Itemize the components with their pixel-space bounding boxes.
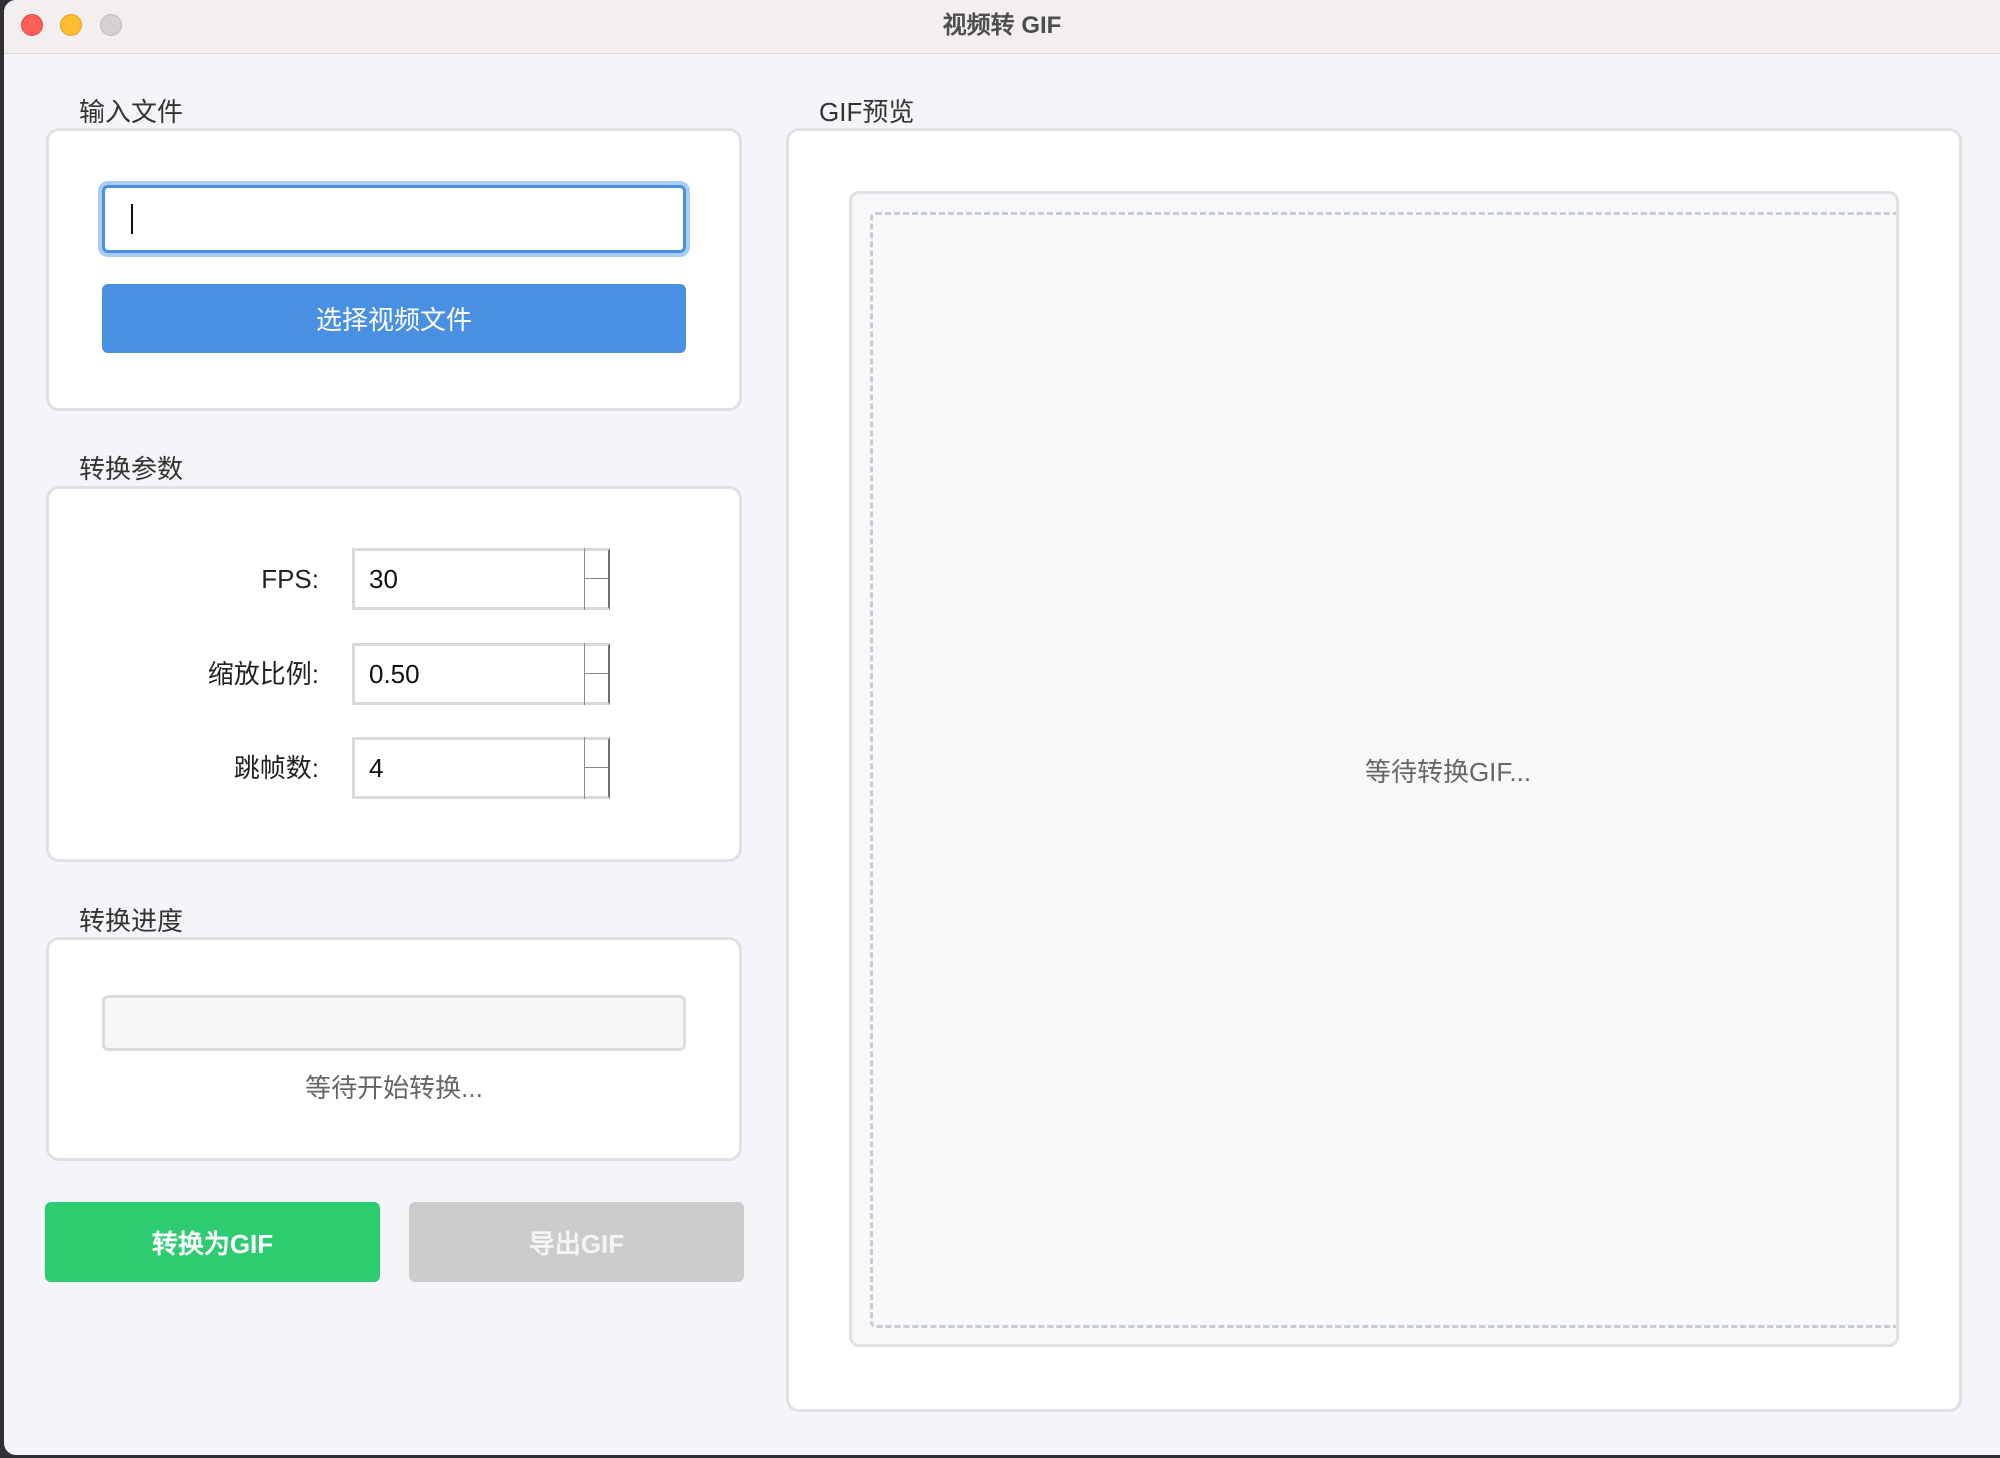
- skip-frames-value[interactable]: 4: [369, 740, 383, 796]
- conversion-progress-group: 等待开始转换...: [46, 937, 742, 1161]
- export-gif-button[interactable]: 导出GIF: [409, 1202, 744, 1282]
- fps-stepper: [584, 548, 608, 610]
- progress-status-text: 等待开始转换...: [305, 1073, 483, 1103]
- skip-frames-stepper: [584, 737, 608, 799]
- convert-to-gif-button[interactable]: 转换为GIF: [45, 1202, 380, 1282]
- text-caret: [131, 204, 133, 234]
- preview-group-title: GIF预览: [819, 97, 915, 127]
- skip-frames-step-up-button[interactable]: [585, 737, 608, 768]
- scale-value[interactable]: 0.50: [369, 646, 420, 702]
- scale-stepper: [584, 643, 608, 705]
- input-file-group: 选择视频文件: [46, 128, 742, 411]
- fps-value[interactable]: 30: [369, 551, 398, 607]
- select-video-button[interactable]: 选择视频文件: [102, 284, 686, 353]
- scale-label: 缩放比例:: [207, 659, 319, 689]
- fps-spinbox[interactable]: 30: [352, 548, 610, 610]
- input-group-title: 输入文件: [79, 97, 184, 127]
- params-group-title: 转换参数: [79, 454, 184, 484]
- conversion-params-group: FPS: 30 缩放比例: 0.50 跳帧数: 4: [46, 486, 742, 862]
- fps-step-up-button[interactable]: [585, 548, 608, 579]
- gif-preview-group: 等待转换GIF...: [786, 128, 1962, 1412]
- preview-placeholder-text: 等待转换GIF...: [1364, 756, 1532, 787]
- app-window: 视频转 GIF 输入文件 选择视频文件 转换参数 FPS: 30 缩放比例: 0…: [4, 0, 2000, 1455]
- scale-spinbox[interactable]: 0.50: [352, 643, 610, 705]
- gif-preview-area: 等待转换GIF...: [870, 212, 1896, 1328]
- skip-frames-spinbox[interactable]: 4: [352, 737, 610, 799]
- progress-bar: [102, 995, 686, 1051]
- scale-step-down-button[interactable]: [585, 674, 608, 705]
- fps-step-down-button[interactable]: [585, 579, 608, 610]
- skip-frames-step-down-button[interactable]: [585, 768, 608, 799]
- preview-scroll-area: 等待转换GIF...: [849, 191, 1899, 1347]
- skip-frames-label: 跳帧数:: [233, 753, 319, 783]
- file-path-input[interactable]: [102, 185, 686, 253]
- window-title: 视频转 GIF: [942, 12, 1062, 39]
- progress-group-title: 转换进度: [79, 906, 184, 936]
- scale-step-up-button[interactable]: [585, 643, 608, 674]
- title-bar: 视频转 GIF: [4, 0, 2000, 54]
- fps-label: FPS:: [261, 564, 319, 594]
